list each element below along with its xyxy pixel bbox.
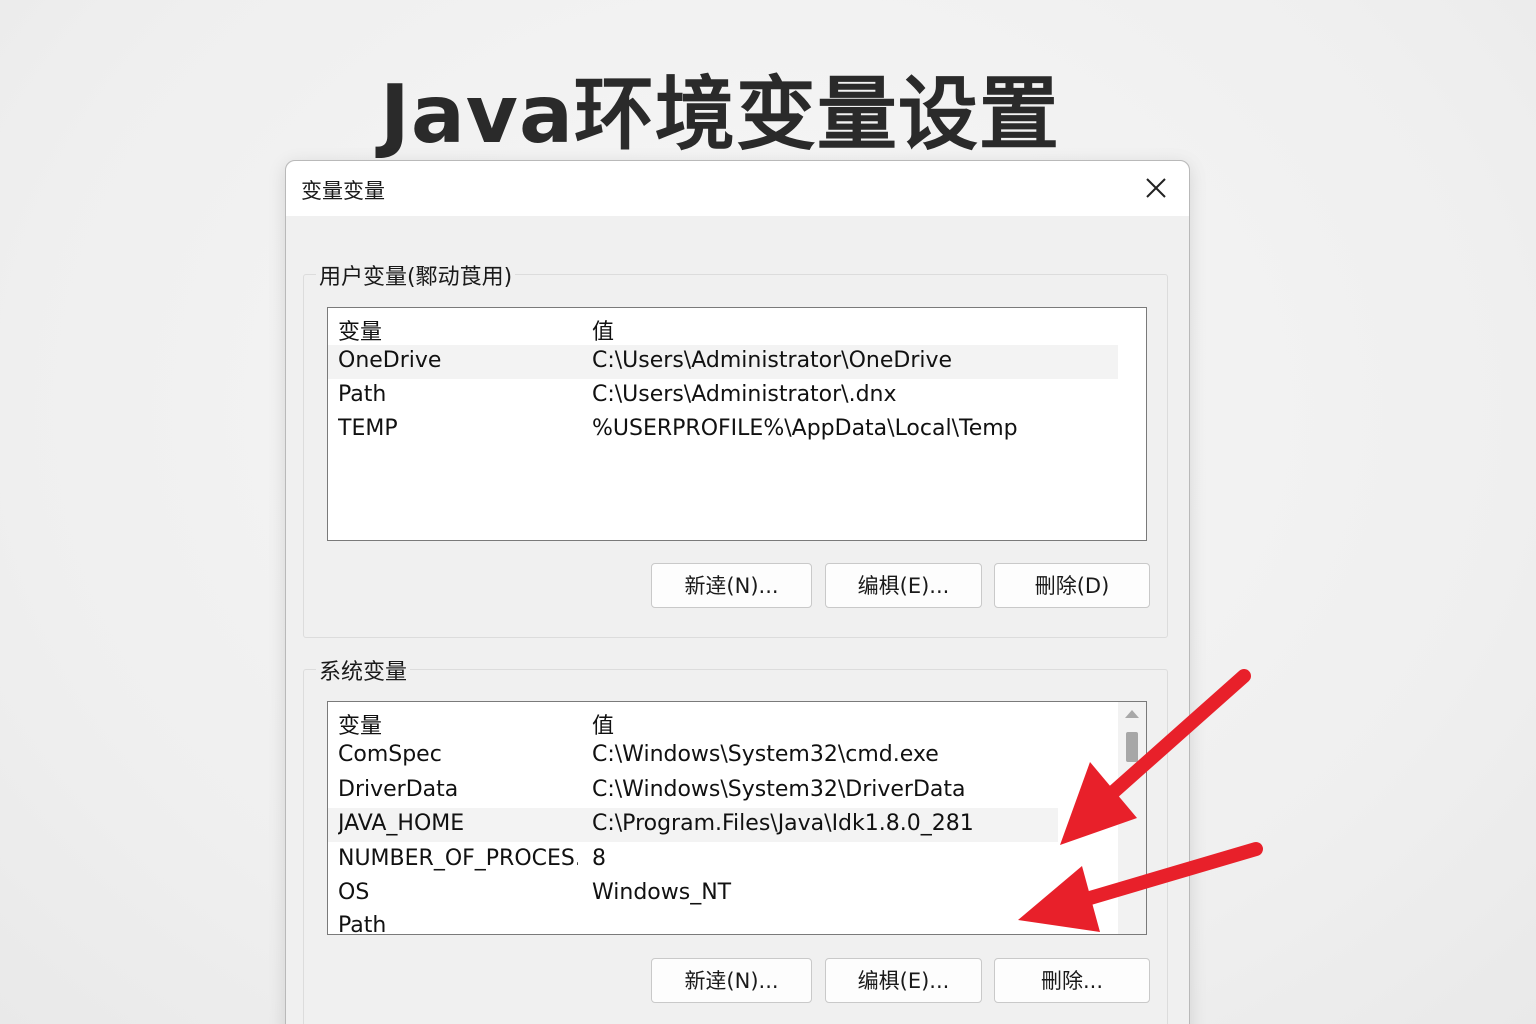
dialog-titlebar: 变量变量	[286, 161, 1189, 216]
column-header-value[interactable]: 值	[592, 314, 614, 346]
scroll-thumb[interactable]	[1126, 732, 1138, 762]
var-value: C:\Windows\System32\cmd.exe	[592, 742, 939, 767]
hero-title: Java环境变量设置	[380, 68, 1060, 161]
env-vars-dialog: 变量变量 用户变量(鄹动莨用) 变量 值 OneDrive C:\Users\A…	[285, 160, 1190, 1024]
close-icon[interactable]	[1141, 173, 1171, 203]
list-item[interactable]: Path	[328, 910, 1118, 935]
user-delete-button[interactable]: 刪除(D)	[994, 563, 1150, 608]
var-value: C:\Users\Administrator\.dnx	[592, 382, 897, 407]
user-variables-list[interactable]: 变量 值 OneDrive C:\Users\Administrator\One…	[327, 307, 1147, 541]
user-edit-button[interactable]: 编椇(E)...	[825, 563, 982, 608]
column-header-name[interactable]: 变量	[338, 314, 578, 346]
system-new-button[interactable]: 新逹(N)...	[651, 958, 812, 1003]
user-variables-label: 用户变量(鄹动莨用)	[316, 259, 516, 291]
var-value: C:\Windows\System32\DriverData	[592, 777, 966, 802]
list-item[interactable]: ComSpec C:\Windows\System32\cmd.exe	[328, 739, 1118, 773]
list-header: 变量 值	[328, 705, 1118, 739]
var-value: C:\Program.Files\Java\Idk1.8.0_281	[592, 811, 974, 836]
system-variables-group: 系统变量 变量 值 ComSpec C:\Windows\System32\cm…	[303, 654, 1168, 1024]
column-header-value[interactable]: 值	[592, 708, 614, 740]
var-name: Path	[338, 913, 387, 935]
var-name: DriverData	[338, 777, 459, 802]
system-delete-button[interactable]: 刪除...	[994, 958, 1150, 1003]
system-variables-label: 系统变量	[316, 654, 411, 686]
list-item[interactable]: NUMBER_OF_PROCES... 8	[328, 843, 1118, 877]
var-name: ComSpec	[338, 742, 442, 767]
dialog-title: 变量变量	[301, 179, 385, 203]
list-header: 变量 值	[328, 311, 1118, 345]
user-new-button[interactable]: 新逹(N)...	[651, 563, 812, 608]
list-item[interactable]: TEMP %USERPROFILE%\AppData\Local\Temp	[328, 413, 1118, 447]
column-header-name[interactable]: 变量	[338, 708, 578, 740]
var-name: TEMP	[338, 416, 398, 441]
var-name: OneDrive	[338, 348, 442, 373]
var-value: 8	[592, 846, 606, 871]
system-edit-button[interactable]: 编椇(E)...	[825, 958, 982, 1003]
list-item-selected[interactable]: JAVA_HOME C:\Program.Files\Java\Idk1.8.0…	[328, 808, 1058, 842]
list-item[interactable]: Path C:\Users\Administrator\.dnx	[328, 379, 1118, 413]
var-name: OS	[338, 880, 370, 905]
var-name: JAVA_HOME	[338, 811, 465, 836]
var-value: %USERPROFILE%\AppData\Local\Temp	[592, 416, 1018, 441]
system-variables-list[interactable]: 变量 值 ComSpec C:\Windows\System32\cmd.exe…	[327, 701, 1147, 935]
user-variables-group: 用户变量(鄹动莨用) 变量 值 OneDrive C:\Users\Admini…	[303, 259, 1168, 638]
list-item[interactable]: DriverData C:\Windows\System32\DriverDat…	[328, 774, 1118, 808]
list-item[interactable]: OneDrive C:\Users\Administrator\OneDrive	[328, 345, 1118, 379]
var-value: C:\Users\Administrator\OneDrive	[592, 348, 953, 373]
var-name: NUMBER_OF_PROCES...	[338, 846, 578, 871]
var-name: Path	[338, 382, 387, 407]
scroll-up-icon[interactable]	[1125, 710, 1139, 718]
list-item[interactable]: OS Windows_NT	[328, 877, 1118, 911]
var-value: Windows_NT	[592, 880, 732, 905]
list-scrollbar[interactable]	[1118, 702, 1146, 934]
page: Java环境变量设置 变量变量 用户变量(鄹动莨用) 变量 值 OneDrive…	[0, 0, 1536, 1024]
